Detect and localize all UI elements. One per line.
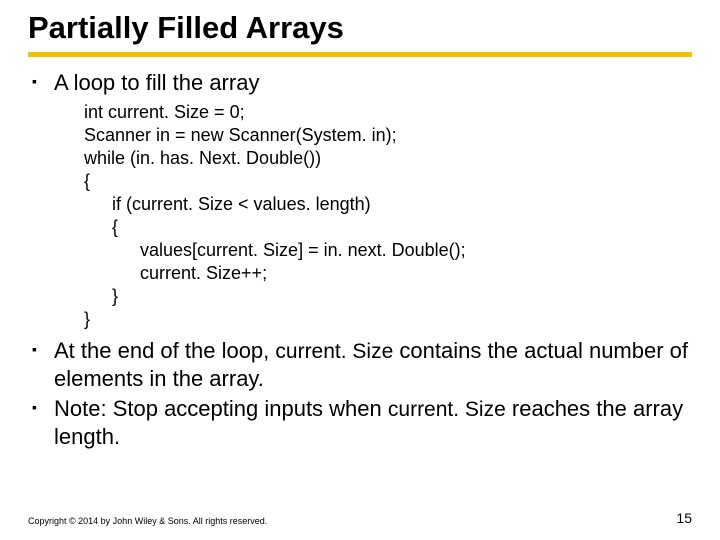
inline-code: current. Size [275,340,393,363]
code-line: { [84,170,692,193]
bullet-item-3: Note: Stop accepting inputs when current… [32,395,692,451]
text-prefix: Note: Stop accepting inputs when [54,396,388,421]
bullet-text: A loop to fill the array [54,70,259,95]
inline-code: current. Size [388,398,506,421]
code-block: int current. Size = 0; Scanner in = new … [84,101,692,331]
code-line: } [112,285,692,308]
bullet-item-1: A loop to fill the array int current. Si… [32,69,692,331]
code-line: int current. Size = 0; [84,101,692,124]
code-inner: if (current. Size < values. length) { va… [84,193,692,308]
slide-footer: Copyright © 2014 by John Wiley & Sons. A… [28,510,692,526]
code-line: { [112,216,692,239]
code-inner-2: values[current. Size] = in. next. Double… [112,239,692,285]
page-number: 15 [676,510,692,526]
bullet-list: A loop to fill the array int current. Si… [28,69,692,450]
copyright-text: Copyright © 2014 by John Wiley & Sons. A… [28,516,267,526]
code-line: values[current. Size] = in. next. Double… [140,239,692,262]
slide: Partially Filled Arrays A loop to fill t… [0,0,720,540]
code-line: Scanner in = new Scanner(System. in); [84,124,692,147]
code-line: current. Size++; [140,262,692,285]
code-line: if (current. Size < values. length) [112,193,692,216]
bullet-text: Note: Stop accepting inputs when current… [54,396,683,449]
code-line: } [84,308,692,331]
bullet-item-2: At the end of the loop, current. Size co… [32,337,692,393]
title-underline [28,52,692,57]
code-line: while (in. has. Next. Double()) [84,147,692,170]
bullet-text: At the end of the loop, current. Size co… [54,338,688,391]
slide-title: Partially Filled Arrays [28,10,692,52]
text-prefix: At the end of the loop, [54,338,275,363]
